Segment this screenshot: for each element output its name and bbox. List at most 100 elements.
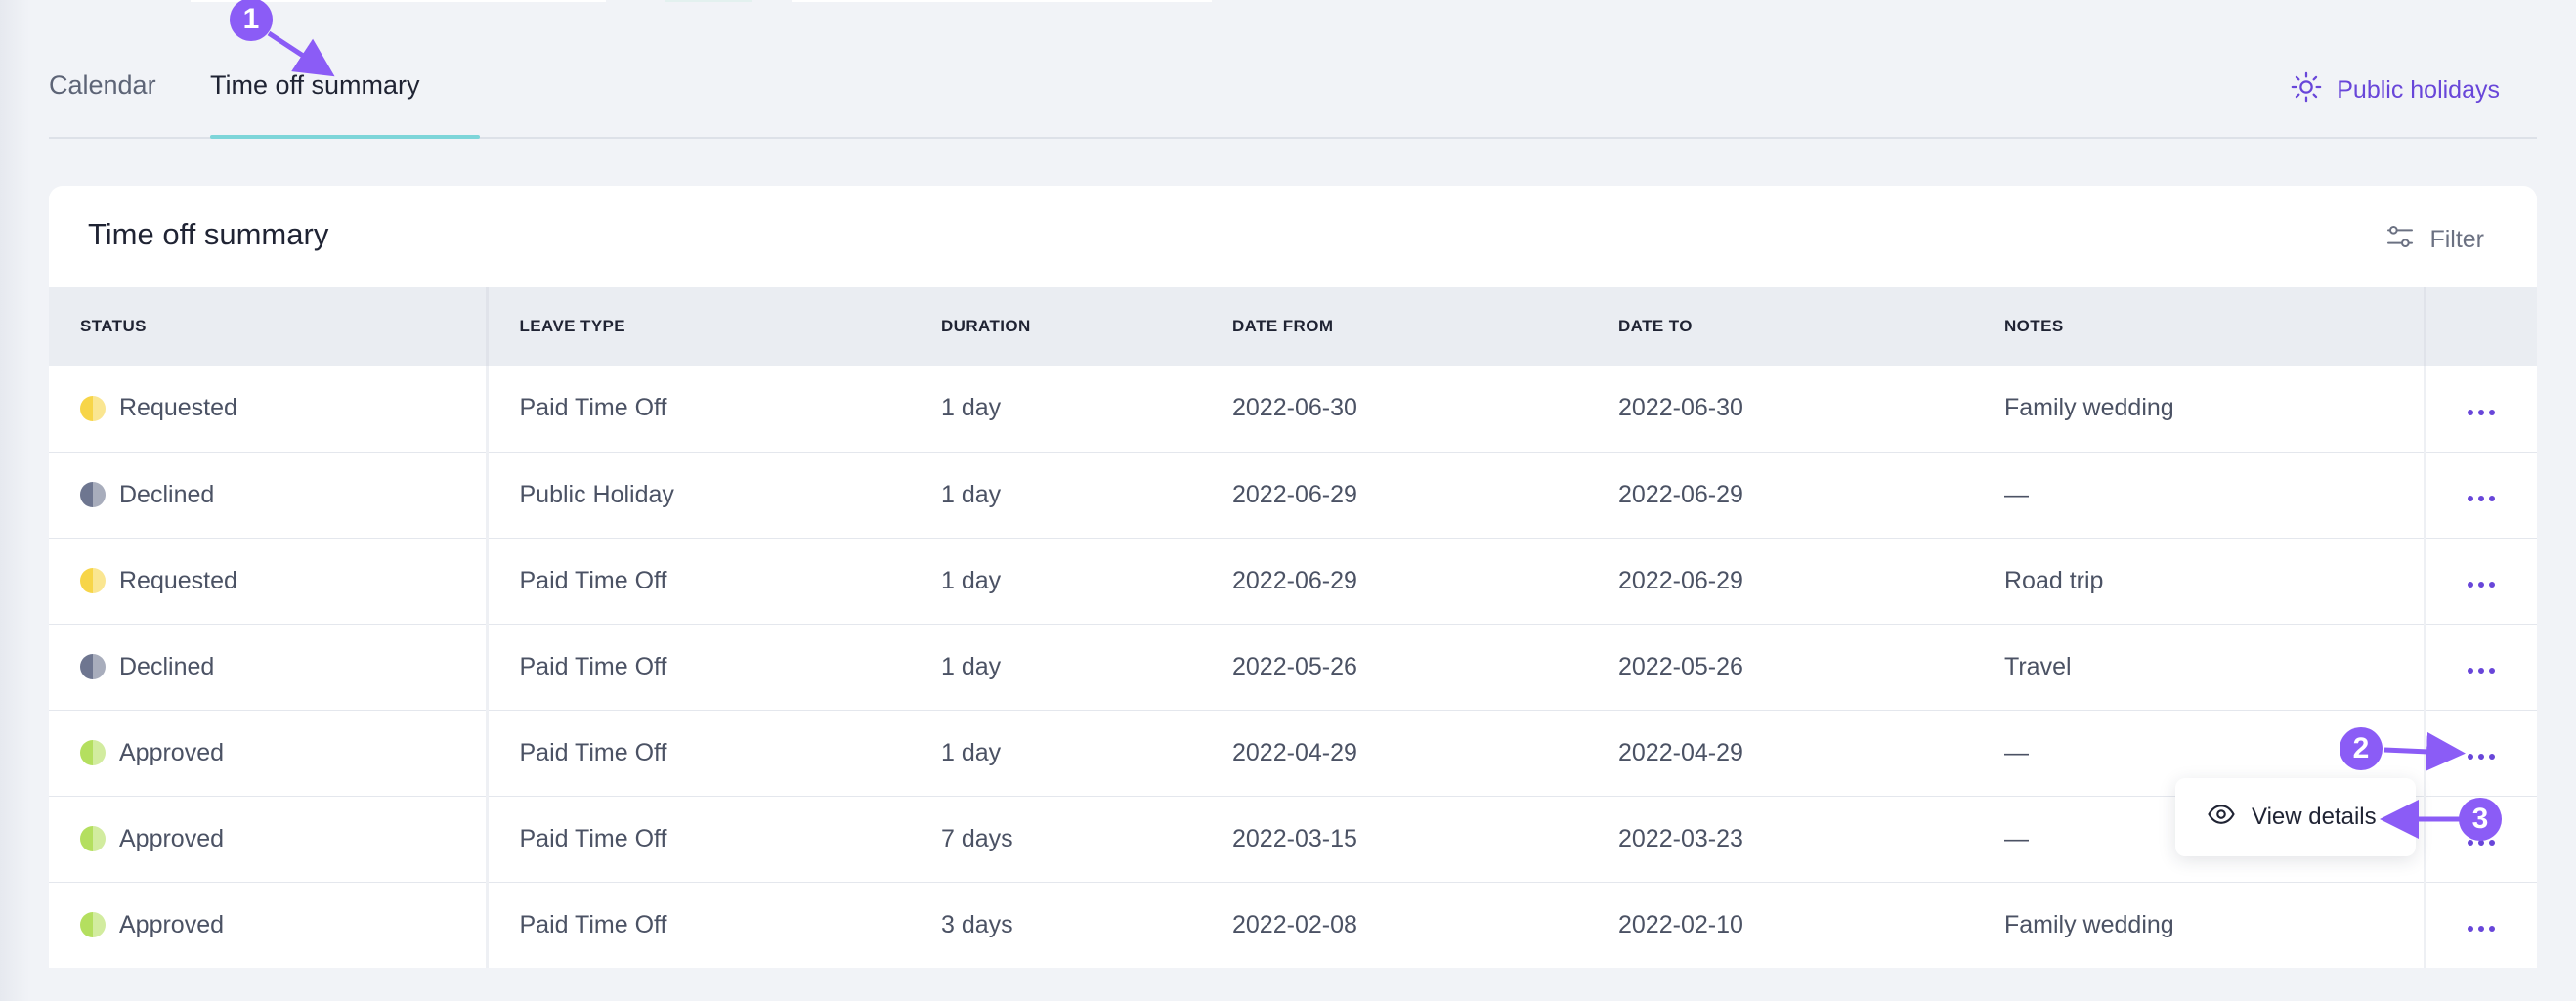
time-off-table: STATUS LEAVE TYPE DURATION DATE FROM DAT… bbox=[49, 287, 2537, 968]
actions-cell bbox=[2423, 538, 2537, 624]
duration-cell: 7 days bbox=[941, 824, 1013, 852]
column-header-status[interactable]: STATUS bbox=[49, 287, 489, 366]
more-actions-icon[interactable] bbox=[2460, 488, 2503, 509]
date-to-cell: 2022-05-26 bbox=[1618, 652, 1743, 680]
notes-cell: Family wedding bbox=[2004, 910, 2174, 938]
leave-type-cell: Paid Time Off bbox=[519, 566, 667, 594]
view-details-label: View details bbox=[2252, 804, 2377, 830]
filter-button[interactable]: Filter bbox=[2384, 221, 2484, 259]
notes-cell: — bbox=[2004, 480, 2029, 508]
table-row: Declined Paid Time Off 1 day 2022-05-26 … bbox=[49, 624, 2537, 710]
view-details-menu-item[interactable]: View details bbox=[2175, 778, 2416, 856]
status-badge: Approved bbox=[80, 739, 486, 767]
status-cell: Declined bbox=[49, 624, 489, 710]
date-to-cell: 2022-06-29 bbox=[1618, 480, 1743, 508]
status-label: Declined bbox=[119, 480, 215, 508]
actions-cell bbox=[2423, 624, 2537, 710]
date-from-cell: 2022-04-29 bbox=[1232, 738, 1357, 766]
tab-time-off-summary[interactable]: Time off summary bbox=[210, 70, 420, 101]
date-from-cell: 2022-02-08 bbox=[1232, 910, 1357, 938]
eye-icon bbox=[2207, 800, 2236, 836]
annotation-badge-2: 2 bbox=[2340, 727, 2383, 770]
table-row: Requested Paid Time Off 1 day 2022-06-29… bbox=[49, 538, 2537, 624]
duration-cell: 1 day bbox=[941, 652, 1002, 680]
status-dot-icon bbox=[80, 654, 106, 679]
tab-calendar[interactable]: Calendar bbox=[49, 70, 156, 101]
status-dot-icon bbox=[80, 912, 106, 937]
status-label: Requested bbox=[119, 394, 237, 422]
status-label: Requested bbox=[119, 566, 237, 594]
table-row: Approved Paid Time Off 1 day 2022-04-29 … bbox=[49, 710, 2537, 796]
duration-cell: 3 days bbox=[941, 910, 1013, 938]
duration-cell: 1 day bbox=[941, 738, 1002, 766]
leave-type-cell: Paid Time Off bbox=[519, 910, 667, 938]
date-to-cell: 2022-06-30 bbox=[1618, 394, 1743, 422]
notes-cell: Travel bbox=[2004, 652, 2072, 680]
status-dot-icon bbox=[80, 740, 106, 765]
more-actions-icon[interactable] bbox=[2460, 918, 2503, 939]
status-cell: Requested bbox=[49, 538, 489, 624]
filter-icon bbox=[2384, 221, 2416, 259]
date-from-cell: 2022-06-30 bbox=[1232, 394, 1357, 422]
status-badge: Declined bbox=[80, 653, 486, 681]
status-badge: Approved bbox=[80, 825, 486, 853]
annotation-badge-1: 1 bbox=[230, 0, 273, 41]
status-badge: Requested bbox=[80, 394, 486, 422]
leave-type-cell: Paid Time Off bbox=[519, 394, 667, 422]
status-label: Approved bbox=[119, 824, 225, 852]
annotation-badge-3: 3 bbox=[2459, 798, 2502, 841]
date-from-cell: 2022-06-29 bbox=[1232, 480, 1357, 508]
column-header-actions bbox=[2423, 287, 2537, 366]
more-actions-icon[interactable] bbox=[2460, 574, 2503, 595]
more-actions-icon[interactable] bbox=[2460, 660, 2503, 681]
actions-cell bbox=[2423, 452, 2537, 538]
top-bars bbox=[0, 0, 2576, 2]
column-header-notes[interactable]: NOTES bbox=[1973, 287, 2425, 366]
duration-cell: 1 day bbox=[941, 394, 1002, 422]
status-cell: Requested bbox=[49, 366, 489, 452]
status-label: Approved bbox=[119, 738, 225, 766]
date-to-cell: 2022-03-23 bbox=[1618, 824, 1743, 852]
date-to-cell: 2022-04-29 bbox=[1618, 738, 1743, 766]
date-to-cell: 2022-02-10 bbox=[1618, 910, 1743, 938]
table-row: Approved Paid Time Off 3 days 2022-02-08… bbox=[49, 882, 2537, 968]
left-edge bbox=[0, 0, 29, 1001]
table-row: Declined Public Holiday 1 day 2022-06-29… bbox=[49, 452, 2537, 538]
leave-type-cell: Paid Time Off bbox=[519, 738, 667, 766]
time-off-summary-card: Time off summary Filter STATUS LEAVE TYP… bbox=[49, 186, 2537, 968]
table-row: Requested Paid Time Off 1 day 2022-06-30… bbox=[49, 366, 2537, 452]
date-from-cell: 2022-05-26 bbox=[1232, 652, 1357, 680]
status-badge: Declined bbox=[80, 481, 486, 509]
sun-icon bbox=[2290, 70, 2323, 110]
card-title: Time off summary bbox=[88, 217, 329, 251]
leave-type-cell: Paid Time Off bbox=[519, 824, 667, 852]
status-badge: Approved bbox=[80, 911, 486, 939]
status-cell: Approved bbox=[49, 882, 489, 968]
table-row: Approved Paid Time Off 7 days 2022-03-15… bbox=[49, 796, 2537, 882]
column-header-duration[interactable]: DURATION bbox=[910, 287, 1201, 366]
table-header-row: STATUS LEAVE TYPE DURATION DATE FROM DAT… bbox=[49, 287, 2537, 366]
more-actions-icon[interactable] bbox=[2460, 402, 2503, 423]
column-header-leave-type[interactable]: LEAVE TYPE bbox=[487, 287, 910, 366]
actions-cell bbox=[2423, 366, 2537, 452]
tab-bar: Calendar Time off summary Public holiday… bbox=[49, 59, 2537, 139]
status-dot-icon bbox=[80, 395, 106, 421]
public-holidays-button[interactable]: Public holidays bbox=[2290, 70, 2500, 110]
date-from-cell: 2022-03-15 bbox=[1232, 824, 1357, 852]
more-actions-icon[interactable] bbox=[2460, 746, 2503, 767]
status-label: Approved bbox=[119, 910, 225, 938]
actions-cell bbox=[2423, 710, 2537, 796]
status-dot-icon bbox=[80, 826, 106, 851]
status-cell: Declined bbox=[49, 452, 489, 538]
leave-type-cell: Public Holiday bbox=[519, 480, 674, 508]
duration-cell: 1 day bbox=[941, 480, 1002, 508]
status-badge: Requested bbox=[80, 567, 486, 595]
status-label: Declined bbox=[119, 652, 215, 680]
date-to-cell: 2022-06-29 bbox=[1618, 566, 1743, 594]
column-header-date-to[interactable]: DATE TO bbox=[1587, 287, 1973, 366]
filter-label: Filter bbox=[2429, 226, 2484, 253]
notes-cell: Family wedding bbox=[2004, 394, 2174, 422]
duration-cell: 1 day bbox=[941, 566, 1002, 594]
column-header-date-from[interactable]: DATE FROM bbox=[1201, 287, 1587, 366]
status-dot-icon bbox=[80, 568, 106, 593]
